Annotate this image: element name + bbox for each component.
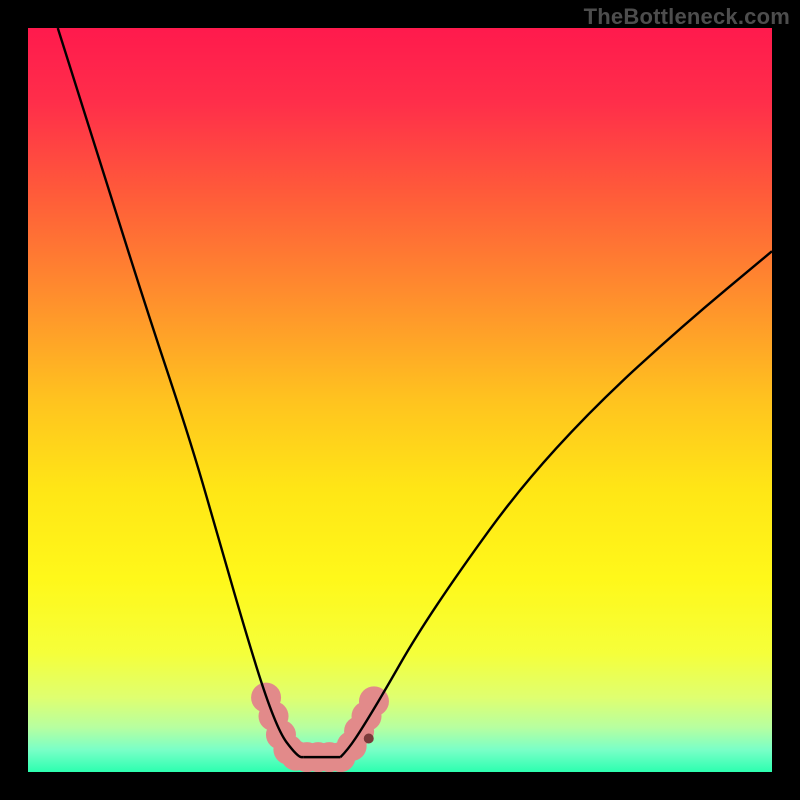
gradient-background	[28, 28, 772, 772]
chart-stage: TheBottleneck.com	[0, 0, 800, 800]
extra-dot	[364, 734, 374, 744]
chart-svg	[28, 28, 772, 772]
watermark-text: TheBottleneck.com	[584, 4, 790, 30]
plot-area	[28, 28, 772, 772]
